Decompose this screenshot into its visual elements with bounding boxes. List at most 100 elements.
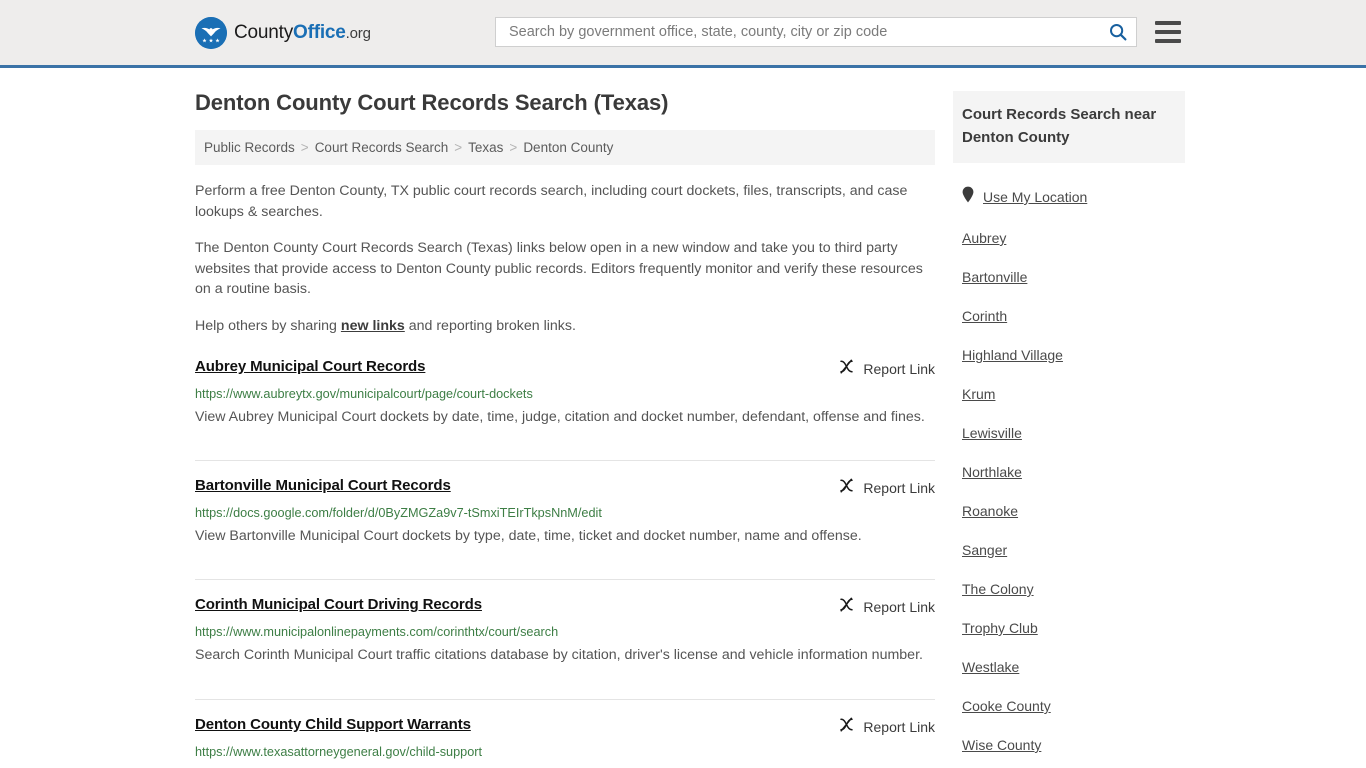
broken-link-icon [838, 716, 855, 738]
result-title-link[interactable]: Aubrey Municipal Court Records [195, 358, 425, 375]
list-item: Trophy Club [953, 620, 1185, 638]
breadcrumb-item-public-records[interactable]: Public Records [204, 140, 295, 155]
nearby-place-link[interactable]: Highland Village [962, 347, 1063, 363]
result-url[interactable]: https://docs.google.com/folder/d/0ByZMGZ… [195, 506, 935, 520]
breadcrumb: Public Records > Court Records Search > … [195, 130, 935, 165]
logo-text-county: County [234, 21, 294, 43]
nearby-place-link[interactable]: Wise County [962, 737, 1041, 753]
report-link-label: Report Link [863, 718, 935, 735]
hamburger-bar [1155, 30, 1181, 34]
report-link-label: Report Link [863, 599, 935, 616]
intro-text-before-link: Help others by sharing [195, 317, 341, 334]
results-list: Aubrey Municipal Court Records Report Li… [195, 358, 935, 768]
list-item: Roanoke [953, 503, 1185, 521]
nearby-place-link[interactable]: Krum [962, 386, 995, 402]
broken-link-icon [838, 596, 855, 618]
intro-paragraph-2: The Denton County Court Records Search (… [195, 240, 923, 297]
breadcrumb-separator: > [509, 140, 518, 155]
breadcrumb-separator: > [300, 140, 309, 155]
sidebar-heading: Court Records Search near Denton County [953, 91, 1185, 163]
result-description: View Denton County, Texas child support … [195, 763, 935, 768]
result-title-link[interactable]: Bartonville Municipal Court Records [195, 477, 451, 494]
use-my-location-label: Use My Location [983, 189, 1088, 205]
list-item: Krum [953, 386, 1185, 404]
nearby-place-link[interactable]: Lewisville [962, 425, 1022, 441]
nearby-place-link[interactable]: Corinth [962, 308, 1007, 324]
result-url[interactable]: https://www.municipalonlinepayments.com/… [195, 625, 935, 639]
result-title-link[interactable]: Corinth Municipal Court Driving Records [195, 596, 482, 613]
eagle-seal-icon [195, 16, 227, 49]
result-description: Search Corinth Municipal Court traffic c… [195, 647, 923, 664]
nearby-place-link[interactable]: Roanoke [962, 503, 1018, 519]
list-item: Westlake [953, 659, 1185, 677]
header-search-area [495, 17, 1181, 47]
breadcrumb-separator: > [454, 140, 463, 155]
logo-wordmark: CountyOffice.org [234, 22, 371, 44]
site-logo[interactable]: CountyOffice.org [195, 16, 371, 49]
intro-paragraph-1: Perform a free Denton County, TX public … [195, 183, 908, 220]
site-header: CountyOffice.org [0, 0, 1366, 68]
result-item: Denton County Child Support Warrants Rep… [195, 716, 935, 768]
result-header: Denton County Child Support Warrants Rep… [195, 716, 935, 738]
breadcrumb-item-denton-county[interactable]: Denton County [523, 140, 613, 155]
main-content: Denton County Court Records Search (Texa… [195, 68, 935, 768]
nearby-place-link[interactable]: Sanger [962, 542, 1007, 558]
list-item: Sanger [953, 542, 1185, 560]
logo-text-tld: .org [345, 24, 371, 42]
result-header: Corinth Municipal Court Driving Records … [195, 596, 935, 618]
result-description: View Bartonville Municipal Court dockets… [195, 528, 862, 545]
report-link-label: Report Link [863, 480, 935, 497]
hamburger-menu-icon[interactable] [1155, 21, 1181, 43]
result-url[interactable]: https://www.aubreytx.gov/municipalcourt/… [195, 387, 935, 401]
list-item: Aubrey [953, 230, 1185, 248]
nearby-place-link[interactable]: Trophy Club [962, 620, 1038, 636]
list-item: The Colony [953, 581, 1185, 599]
list-item: Corinth [953, 308, 1185, 326]
report-link-button[interactable]: Report Link [818, 477, 935, 499]
broken-link-icon [838, 477, 855, 499]
nearby-place-link[interactable]: Cooke County [962, 698, 1051, 714]
nearby-place-link[interactable]: Northlake [962, 464, 1022, 480]
list-item: Northlake [953, 464, 1185, 482]
report-link-button[interactable]: Report Link [818, 716, 935, 738]
result-header: Aubrey Municipal Court Records Report Li… [195, 358, 935, 380]
breadcrumb-item-texas[interactable]: Texas [468, 140, 503, 155]
list-item: Wise County [953, 737, 1185, 755]
intro-paragraph-3: Help others by sharing new links and rep… [195, 316, 935, 337]
result-item: Bartonville Municipal Court Records Repo… [195, 477, 935, 581]
use-my-location-button[interactable]: Use My Location [962, 186, 1185, 208]
intro-section: Perform a free Denton County, TX public … [195, 181, 935, 336]
result-url[interactable]: https://www.texasattorneygeneral.gov/chi… [195, 745, 935, 759]
broken-link-icon [838, 358, 855, 380]
nearby-place-link[interactable]: Bartonville [962, 269, 1027, 285]
list-item: Cooke County [953, 698, 1185, 716]
search-icon[interactable] [1108, 22, 1128, 42]
breadcrumb-item-court-records-search[interactable]: Court Records Search [315, 140, 449, 155]
report-link-button[interactable]: Report Link [818, 358, 935, 380]
hamburger-bar [1155, 21, 1181, 25]
result-item: Corinth Municipal Court Driving Records … [195, 596, 935, 700]
nearby-place-link[interactable]: Aubrey [962, 230, 1006, 246]
new-links-link[interactable]: new links [341, 318, 405, 334]
list-item: Bartonville [953, 269, 1185, 287]
report-link-label: Report Link [863, 361, 935, 377]
report-link-button[interactable]: Report Link [818, 596, 935, 618]
hamburger-bar [1155, 39, 1181, 43]
search-input[interactable] [507, 23, 1108, 41]
result-item: Aubrey Municipal Court Records Report Li… [195, 358, 935, 462]
page-body: Denton County Court Records Search (Texa… [0, 68, 1366, 768]
logo-text-office: Office [293, 21, 346, 43]
nearby-sidebar: Court Records Search near Denton County … [953, 68, 1185, 768]
map-pin-icon [962, 186, 974, 208]
page-title: Denton County Court Records Search (Texa… [195, 90, 669, 115]
list-item: Lewisville [953, 425, 1185, 443]
result-header: Bartonville Municipal Court Records Repo… [195, 477, 935, 499]
list-item: Highland Village [953, 347, 1185, 365]
nearby-place-link[interactable]: The Colony [962, 581, 1034, 597]
nearby-places-list: Aubrey Bartonville Corinth Highland Vill… [953, 230, 1185, 768]
result-title-link[interactable]: Denton County Child Support Warrants [195, 716, 471, 733]
search-box[interactable] [495, 17, 1137, 47]
intro-text-after-link: and reporting broken links. [404, 317, 576, 334]
nearby-place-link[interactable]: Westlake [962, 659, 1019, 675]
result-description: View Aubrey Municipal Court dockets by d… [195, 409, 925, 425]
